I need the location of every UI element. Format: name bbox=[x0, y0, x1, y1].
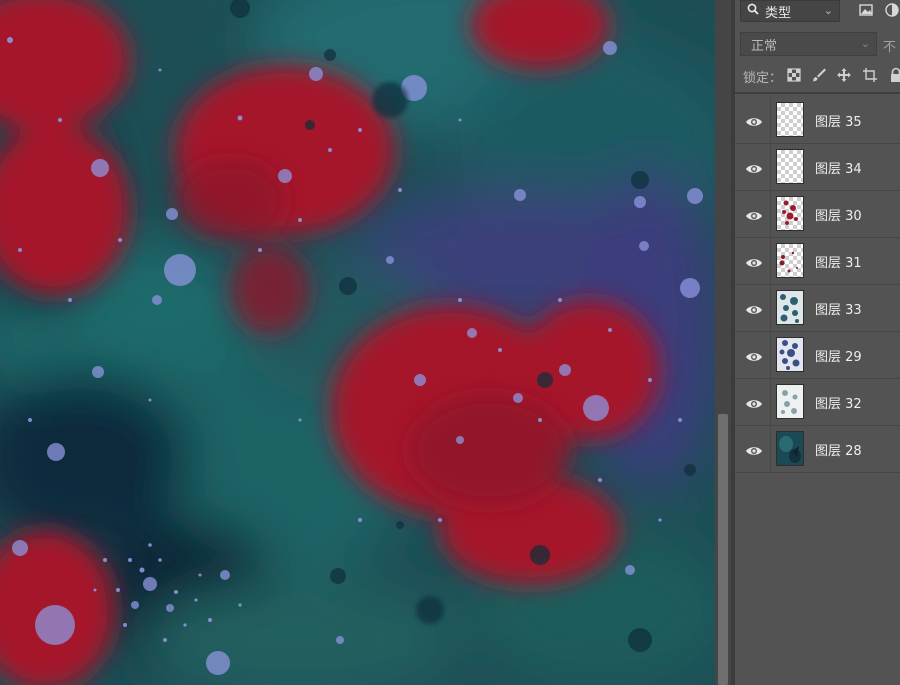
visibility-separator bbox=[770, 238, 771, 285]
eye-visibility-icon[interactable] bbox=[745, 160, 763, 173]
eye-visibility-icon[interactable] bbox=[745, 113, 763, 126]
layer-row[interactable]: 图层 31 bbox=[735, 238, 900, 285]
layer-name[interactable]: 图层 34 bbox=[815, 158, 862, 177]
opacity-label: 不 bbox=[883, 40, 897, 55]
layer-row[interactable]: 图层 35 bbox=[735, 97, 900, 144]
layer-row[interactable]: 图层 29 bbox=[735, 332, 900, 379]
lock-image-pixels-icon[interactable] bbox=[811, 67, 827, 83]
layer-name[interactable]: 图层 30 bbox=[815, 205, 862, 224]
layer-filter-kind-label: 类型 bbox=[765, 5, 792, 21]
scrollbar-thumb[interactable] bbox=[718, 414, 728, 685]
layer-name[interactable]: 图层 35 bbox=[815, 111, 862, 130]
blend-mode-row: 正常 ⌄ 不 bbox=[735, 32, 900, 58]
layer-thumbnail[interactable] bbox=[776, 149, 804, 184]
visibility-separator bbox=[770, 191, 771, 238]
lock-transparent-pixels-icon[interactable] bbox=[786, 67, 802, 83]
visibility-separator bbox=[770, 332, 771, 379]
canvas-vertical-scrollbar[interactable] bbox=[715, 0, 731, 685]
chevron-down-icon: ⌄ bbox=[860, 37, 870, 50]
layers-panel: 类型 ⌄ 正常 ⌄ 不 锁定： 图层 35 图层 34 图层 30 图层 31 … bbox=[735, 0, 900, 685]
layer-thumbnail[interactable] bbox=[776, 102, 804, 137]
layer-filter-kind-select[interactable]: 类型 ⌄ bbox=[740, 0, 840, 22]
search-icon bbox=[747, 3, 759, 19]
layer-list: 图层 35 图层 34 图层 30 图层 31 图层 33 图层 29 图层 3… bbox=[735, 97, 900, 473]
eye-visibility-icon[interactable] bbox=[745, 301, 763, 314]
layer-row[interactable]: 图层 28 bbox=[735, 426, 900, 473]
visibility-separator bbox=[770, 285, 771, 332]
layer-row[interactable]: 图层 33 bbox=[735, 285, 900, 332]
layer-thumbnail[interactable] bbox=[776, 337, 804, 372]
eye-visibility-icon[interactable] bbox=[745, 254, 763, 267]
filter-pixel-layer-icon[interactable] bbox=[858, 2, 874, 18]
eye-visibility-icon[interactable] bbox=[745, 442, 763, 455]
visibility-separator bbox=[770, 97, 771, 144]
layer-name[interactable]: 图层 28 bbox=[815, 440, 862, 459]
document-canvas[interactable] bbox=[0, 0, 715, 685]
layer-filter-row: 类型 ⌄ bbox=[735, 0, 900, 26]
blend-mode-label: 正常 bbox=[751, 38, 778, 54]
lock-label: 锁定： bbox=[743, 71, 783, 86]
eye-visibility-icon[interactable] bbox=[745, 395, 763, 408]
layer-thumbnail[interactable] bbox=[776, 290, 804, 325]
layer-name[interactable]: 图层 29 bbox=[815, 346, 862, 365]
layer-name[interactable]: 图层 32 bbox=[815, 393, 862, 412]
layer-thumbnail[interactable] bbox=[776, 431, 804, 466]
layer-thumbnail[interactable] bbox=[776, 384, 804, 419]
layer-thumbnail[interactable] bbox=[776, 196, 804, 231]
lock-artboard-icon[interactable] bbox=[862, 67, 878, 83]
visibility-separator bbox=[770, 144, 771, 191]
blend-mode-select[interactable]: 正常 ⌄ bbox=[740, 32, 877, 56]
eye-visibility-icon[interactable] bbox=[745, 207, 763, 220]
painting-artwork bbox=[0, 0, 715, 685]
layer-row[interactable]: 图层 30 bbox=[735, 191, 900, 238]
eye-visibility-icon[interactable] bbox=[745, 348, 763, 361]
layer-name[interactable]: 图层 33 bbox=[815, 299, 862, 318]
lock-position-icon[interactable] bbox=[836, 67, 852, 83]
panel-divider-line bbox=[735, 92, 900, 94]
layer-row[interactable]: 图层 32 bbox=[735, 379, 900, 426]
layer-thumbnail[interactable] bbox=[776, 243, 804, 278]
visibility-separator bbox=[770, 379, 771, 426]
layer-name[interactable]: 图层 31 bbox=[815, 252, 862, 271]
chevron-down-icon: ⌄ bbox=[823, 4, 833, 17]
visibility-separator bbox=[770, 426, 771, 473]
lock-row: 锁定： bbox=[735, 64, 900, 88]
lock-all-icon[interactable] bbox=[888, 67, 900, 83]
filter-adjustment-layer-icon[interactable] bbox=[884, 2, 900, 18]
layer-row[interactable]: 图层 34 bbox=[735, 144, 900, 191]
